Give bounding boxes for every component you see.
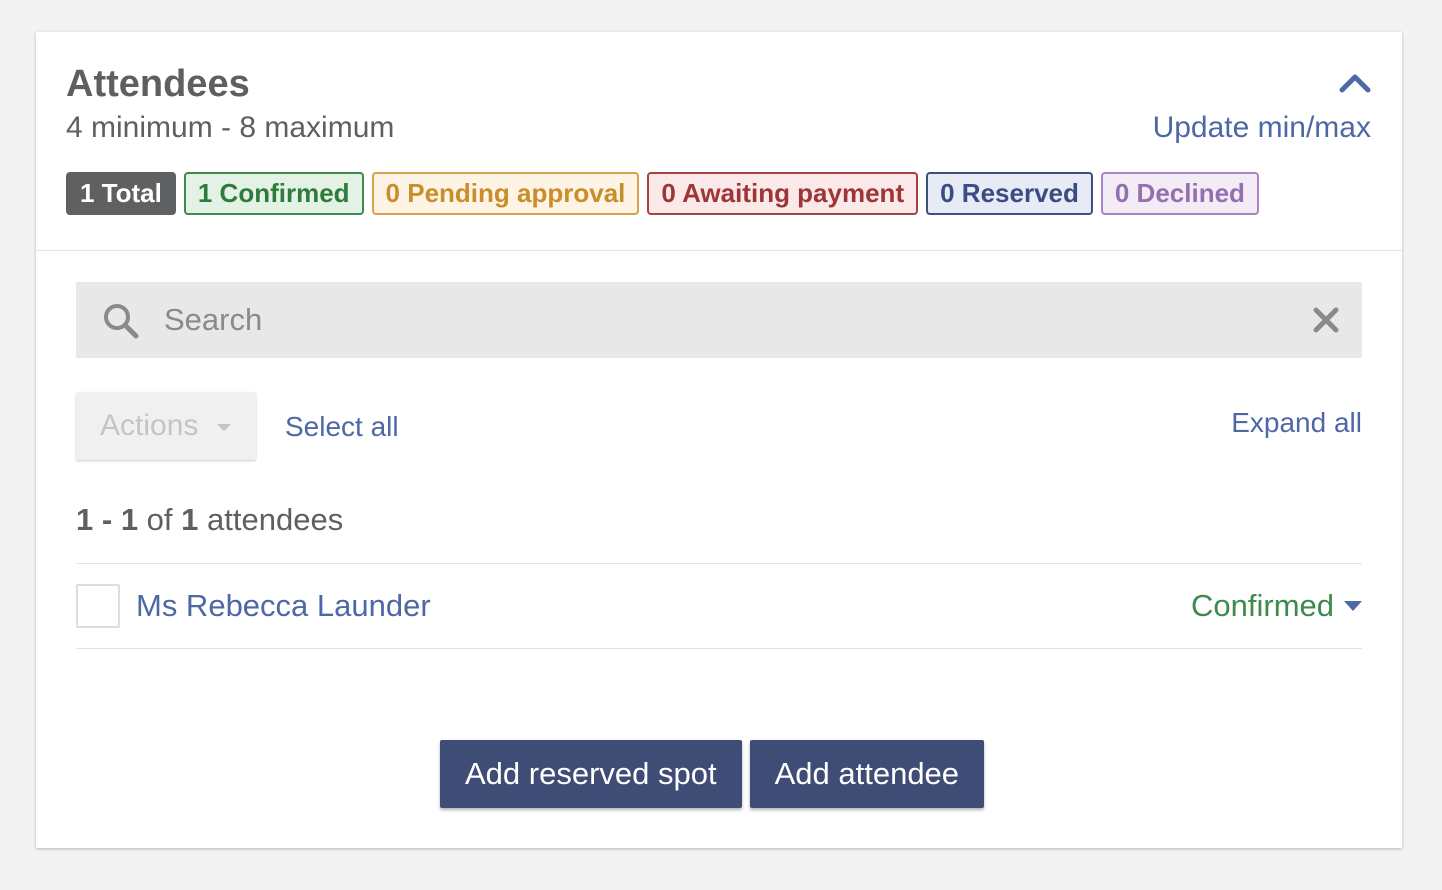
badge-declined[interactable]: 0 Declined: [1100, 172, 1259, 215]
count-total: 1: [181, 502, 199, 537]
card-header: Attendees 4 minimum - 8 maximum Update m…: [36, 32, 1402, 251]
search-box: [76, 282, 1362, 358]
page-title: Attendees: [66, 63, 250, 105]
count-end: 1: [120, 502, 139, 537]
table-row: Ms Rebecca Launder Confirmed: [76, 563, 1362, 649]
badge-awaiting-payment[interactable]: 0 Awaiting payment: [647, 172, 919, 215]
expand-all-link[interactable]: Expand all: [1231, 406, 1362, 440]
count-of: of: [138, 502, 182, 537]
count-start: 1: [76, 502, 94, 537]
count-separator: -: [93, 502, 121, 537]
chevron-up-icon[interactable]: [1338, 70, 1372, 96]
badge-reserved[interactable]: 0 Reserved: [926, 172, 1093, 215]
min-max-subtitle: 4 minimum - 8 maximum: [66, 111, 395, 144]
actions-label: Actions: [100, 409, 199, 442]
search-icon: [102, 302, 140, 340]
count-suffix: attendees: [198, 502, 344, 537]
add-attendee-button[interactable]: Add attendee: [749, 740, 985, 808]
footer-buttons: Add reserved spot Add attendee: [440, 740, 985, 808]
results-count: 1 - 1 of 1 attendees: [76, 501, 343, 539]
update-min-max-link[interactable]: Update min/max: [1153, 110, 1371, 146]
attendee-name-link[interactable]: Ms Rebecca Launder: [136, 587, 431, 625]
row-checkbox[interactable]: [76, 584, 120, 628]
status-dropdown[interactable]: Confirmed: [1191, 587, 1362, 625]
caret-down-icon: [217, 424, 231, 431]
actions-dropdown-button[interactable]: Actions: [76, 392, 256, 460]
add-reserved-spot-button[interactable]: Add reserved spot: [440, 740, 742, 808]
status-label: Confirmed: [1191, 588, 1334, 623]
status-badges: 1 Total 1 Confirmed 0 Pending approval 0…: [66, 172, 1259, 215]
search-input[interactable]: [164, 282, 1274, 358]
select-all-link[interactable]: Select all: [285, 410, 399, 444]
attendees-card: Attendees 4 minimum - 8 maximum Update m…: [36, 32, 1402, 848]
close-icon[interactable]: [1312, 306, 1340, 334]
badge-confirmed[interactable]: 1 Confirmed: [183, 172, 364, 215]
badge-total[interactable]: 1 Total: [66, 172, 176, 215]
caret-down-icon: [1344, 601, 1362, 611]
badge-pending-approval[interactable]: 0 Pending approval: [371, 172, 640, 215]
